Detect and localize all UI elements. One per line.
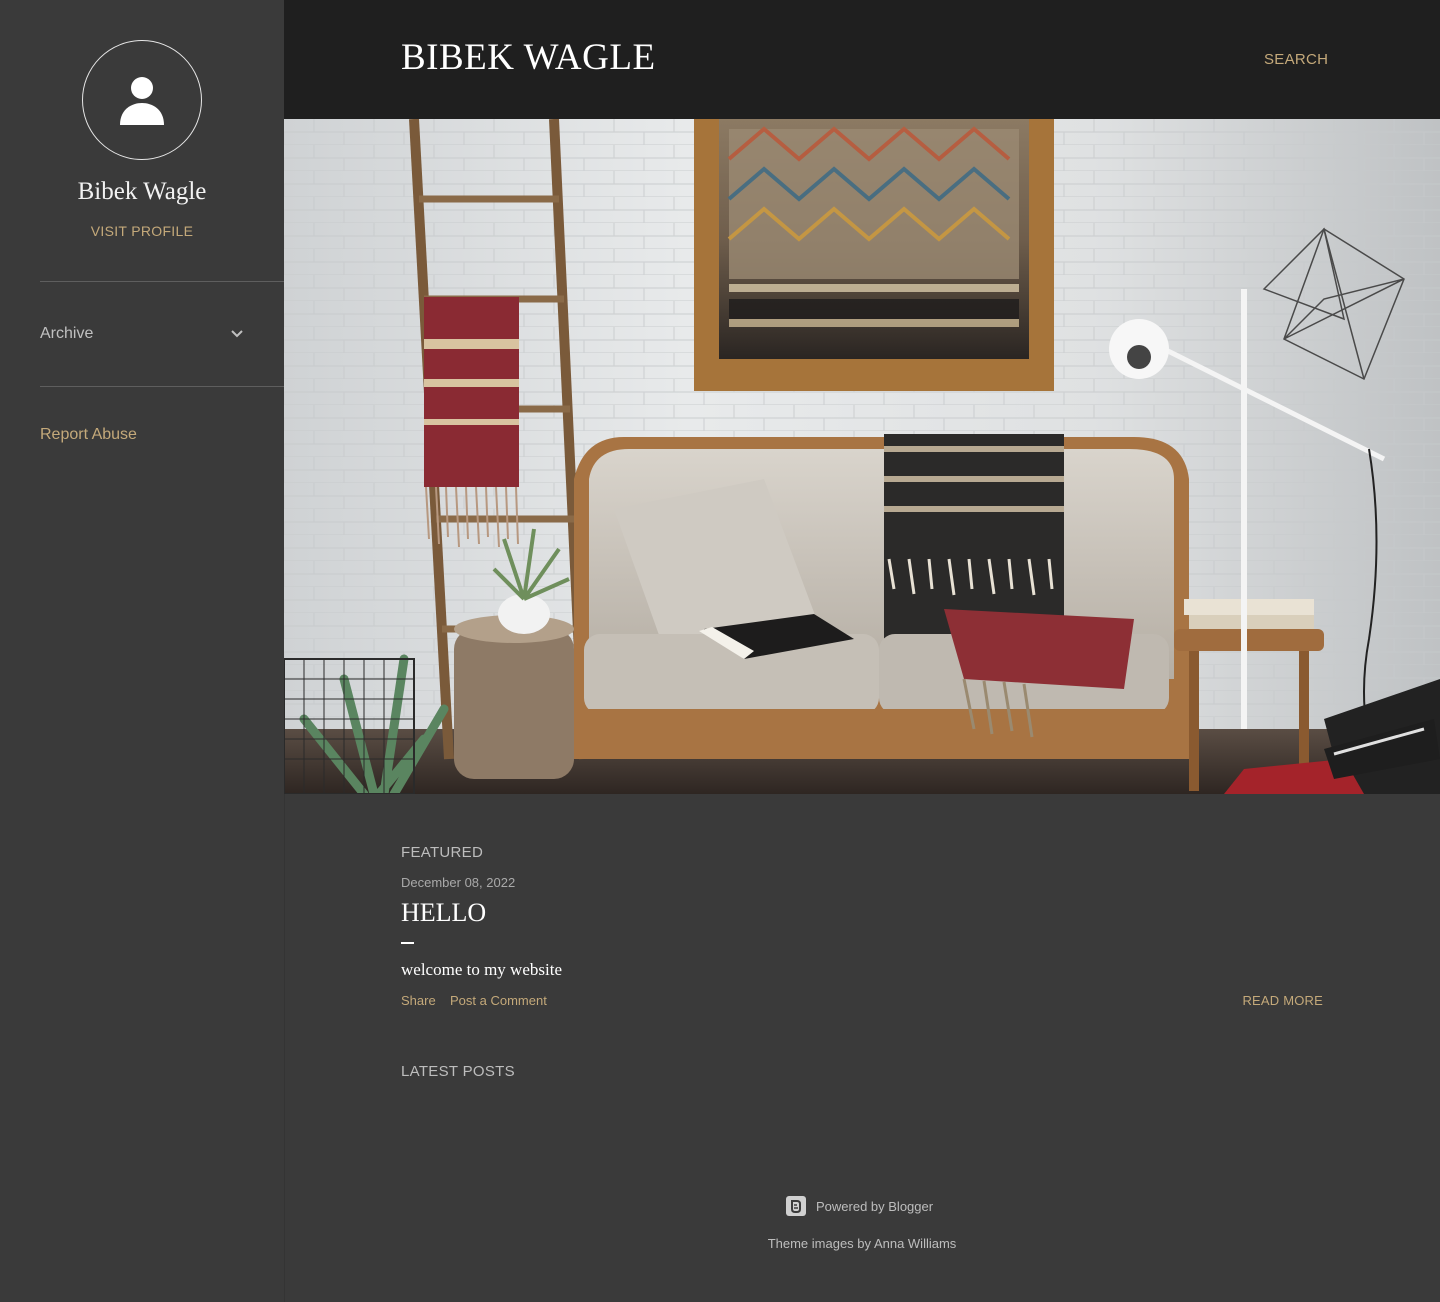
- hero-image: [284, 119, 1440, 794]
- post-title[interactable]: Hello: [401, 898, 486, 928]
- avatar[interactable]: [82, 40, 202, 160]
- post-comment-link[interactable]: Post a Comment: [450, 993, 547, 1008]
- sidebar-divider: [40, 281, 284, 282]
- share-link[interactable]: Share: [401, 993, 436, 1008]
- blog-title[interactable]: Bibek Wagle: [401, 36, 656, 79]
- post-title-underline: [401, 942, 414, 944]
- post-snippet: welcome to my website: [401, 960, 562, 979]
- chevron-down-icon: [231, 330, 243, 338]
- powered-by-text: Powered by Blogger: [816, 1198, 934, 1214]
- search-button[interactable]: Search: [1264, 51, 1328, 68]
- archive-toggle[interactable]: Archive: [40, 310, 244, 358]
- archive-label: Archive: [40, 325, 94, 342]
- header: Bibek Wagle Search: [284, 0, 1440, 119]
- featured-label: Featured: [401, 844, 484, 861]
- visit-profile-link[interactable]: Visit profile: [0, 223, 284, 239]
- theme-credit-prefix: Theme images by: [767, 1236, 872, 1251]
- powered-by-blogger[interactable]: Powered by Blogger: [786, 1196, 933, 1216]
- latest-posts-label: Latest posts: [401, 1063, 515, 1080]
- read-more-link[interactable]: Read more: [1242, 993, 1323, 1008]
- theme-credit-author[interactable]: Anna Williams: [874, 1236, 956, 1251]
- profile-name: Bibek Wagle: [77, 178, 207, 205]
- sidebar: Bibek Wagle Visit profile Archive Report…: [0, 0, 285, 1302]
- person-icon: [120, 77, 164, 125]
- sidebar-divider: [40, 386, 284, 387]
- living-room-photo: [284, 119, 1440, 794]
- post-date[interactable]: December 08, 2022: [401, 875, 515, 890]
- theme-credit: Theme images by Anna Williams: [284, 1236, 1440, 1251]
- report-abuse-link[interactable]: Report Abuse: [40, 426, 137, 444]
- blogger-icon: [786, 1196, 806, 1216]
